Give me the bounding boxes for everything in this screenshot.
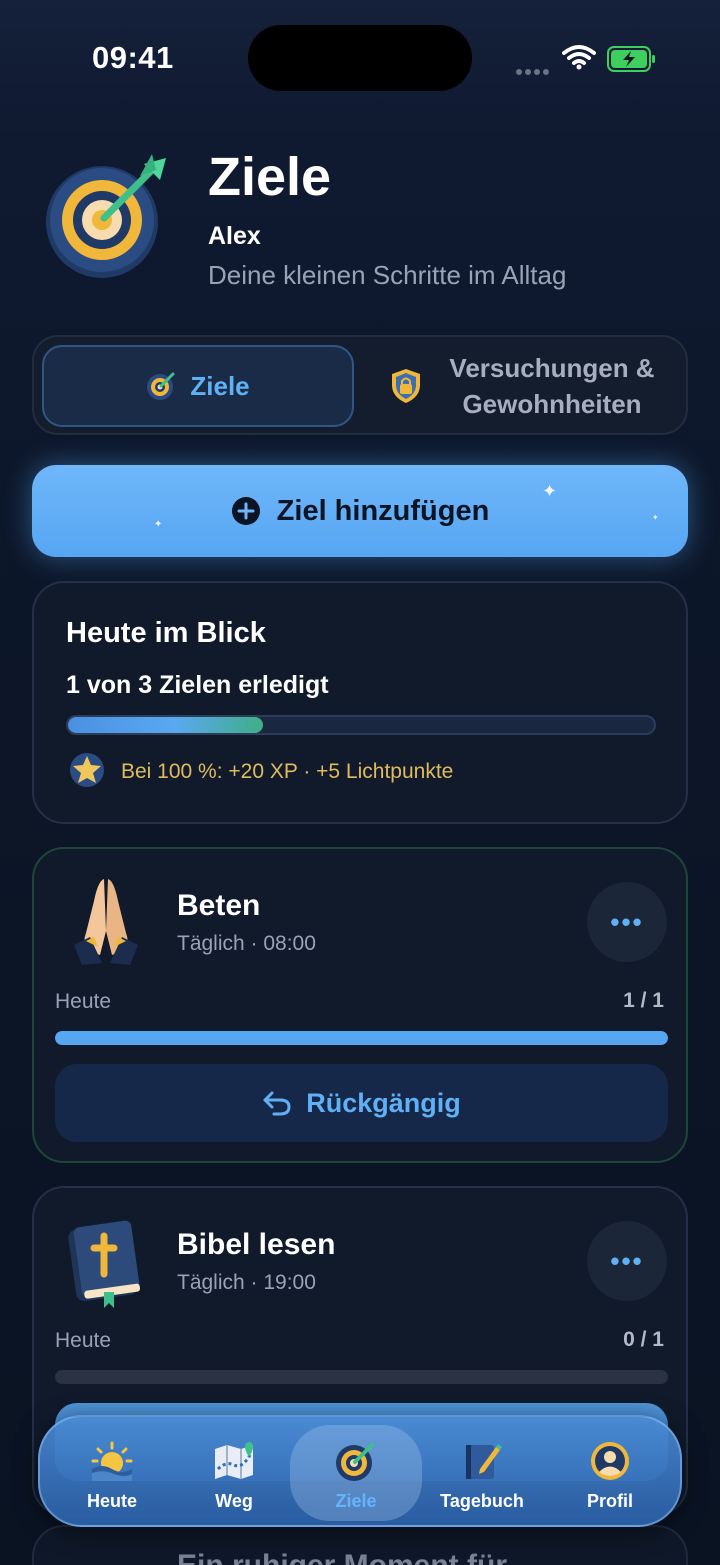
goal-name: Ein ruhiger Moment für [177,1549,507,1565]
target-icon [336,1443,374,1481]
goal-progress-bar [55,1370,668,1384]
journal-icon [466,1444,502,1479]
page-title: Ziele [208,147,332,207]
tab-label: Heute [86,1491,137,1511]
profile-icon [591,1442,629,1480]
star-badge-icon [70,753,104,787]
segment-temptations-label: Versuchungen & Gewohnheiten [449,353,655,419]
goal-card-peek[interactable]: Ein ruhiger Moment für [32,1525,688,1565]
overview-title: Heute im Blick [66,617,266,649]
overview-progress-text: 1 von 3 Zielen erledigt [66,671,329,699]
plus-circle-icon [231,497,260,525]
goal-progress-bar [55,1031,668,1045]
undo-button[interactable]: Rückgängig [55,1064,668,1142]
tab-tagebuch[interactable]: Tagebuch [418,1417,546,1529]
overview-progress-bar [66,715,656,735]
segment-goals[interactable]: Ziele [42,345,354,427]
goal-schedule: Täglich · 08:00 [177,932,316,955]
tab-label: Profil [586,1491,633,1511]
target-icon [147,372,175,400]
tab-profil[interactable]: Profil [546,1417,674,1529]
ellipsis-icon: ••• [610,906,644,937]
tab-ziele[interactable]: Ziele [292,1417,420,1529]
sunrise-icon [91,1441,133,1481]
segmented-control: Ziele Versuchungen & Gewohnheiten [32,335,688,435]
bottom-tab-bar: Heute Weg Ziele Tagebuch Profil [38,1415,682,1527]
segment-goals-label: Ziele [190,370,250,401]
more-options-button[interactable]: ••• [587,882,667,962]
ellipsis-icon: ••• [610,1245,644,1276]
shield-lock-icon [392,369,420,403]
goal-progress-fill [55,1031,668,1045]
cellular-signal-icon [516,62,552,75]
status-bar: 09:41 [0,0,720,110]
status-time: 09:41 [92,40,174,75]
add-goal-label: Ziel hinzufügen [276,494,490,527]
today-label: Heute [55,1329,112,1352]
bible-icon [68,1220,141,1308]
tab-label: Weg [215,1491,253,1511]
sparkle-icon: ✦ [652,513,659,522]
page-subtitle: Deine kleinen Schritte im Alltag [208,260,567,290]
sparkle-icon: ✦ [154,519,163,530]
sparkle-icon: ✦ [542,481,558,501]
praying-hands-icon [74,879,138,965]
goal-name: Beten [177,889,261,922]
tab-weg[interactable]: Weg [170,1417,298,1529]
today-overview-card: Heute im Blick 1 von 3 Zielen erledigt B… [32,581,688,824]
goal-schedule: Täglich · 19:00 [177,1271,316,1294]
tab-label: Ziele [335,1491,377,1511]
undo-icon [263,1091,291,1116]
more-options-button[interactable]: ••• [587,1221,667,1301]
goal-count: 1 / 1 [623,989,664,1012]
overview-reward-text: Bei 100 %: +20 XP · +5 Lichtpunkte [121,760,454,783]
tab-label: Tagebuch [440,1491,524,1511]
user-name: Alex [208,222,261,250]
segment-temptations-habits[interactable]: Versuchungen & Gewohnheiten [374,345,682,427]
wifi-icon [562,45,596,70]
goal-name: Bibel lesen [177,1228,336,1261]
battery-charging-icon [607,46,655,72]
add-goal-button[interactable]: ✦ ✦ ✦ Ziel hinzufügen [32,465,688,557]
dynamic-island [248,25,472,91]
goal-count: 0 / 1 [623,1328,664,1351]
tab-heute[interactable]: Heute [48,1417,176,1529]
goal-card-beten[interactable]: Beten Täglich · 08:00 ••• Heute 1 / 1 Rü… [32,847,688,1163]
overview-progress-fill [68,717,264,733]
map-icon [215,1442,253,1479]
today-label: Heute [55,990,112,1013]
undo-label: Rückgängig [306,1087,461,1118]
target-icon [46,154,166,278]
